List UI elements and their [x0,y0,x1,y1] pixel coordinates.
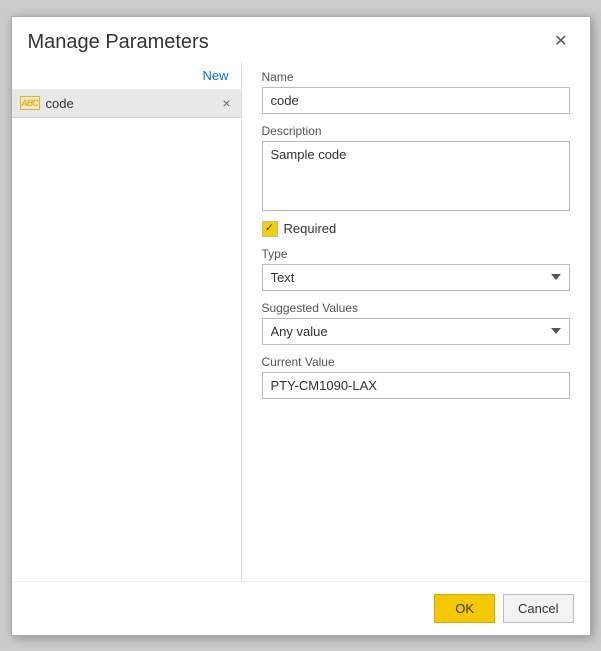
description-input[interactable]: Sample code [262,141,570,211]
manage-parameters-dialog: Manage Parameters ✕ New ABC code × Name [11,16,591,636]
left-panel-header: New [12,62,241,90]
required-checkbox[interactable]: ✓ [262,221,278,237]
parameter-list-item[interactable]: ABC code × [12,90,241,118]
current-value-input[interactable] [262,372,570,399]
description-field-group: Description Sample code [262,124,570,211]
checkmark-icon: ✓ [265,223,274,234]
new-parameter-button[interactable]: New [198,66,232,85]
name-input[interactable] [262,87,570,114]
suggested-values-select[interactable]: Any value List of values [262,318,570,345]
parameter-type-icon: ABC [20,96,40,110]
current-value-label: Current Value [262,355,570,369]
ok-button[interactable]: OK [434,594,495,623]
dialog-title: Manage Parameters [28,31,209,54]
required-checkbox-row[interactable]: ✓ Required [262,221,570,237]
type-label: Type [262,247,570,261]
name-label: Name [262,70,570,84]
title-bar: Manage Parameters ✕ [12,17,590,62]
dialog-body: New ABC code × Name Description Sample c… [12,62,590,581]
suggested-values-field-group: Suggested Values Any value List of value… [262,301,570,345]
close-button[interactable]: ✕ [548,32,573,52]
description-label: Description [262,124,570,138]
current-value-field-group: Current Value [262,355,570,399]
required-label: Required [284,221,337,236]
parameter-name-label: code [46,96,221,111]
right-panel: Name Description Sample code ✓ Required … [242,62,590,581]
delete-parameter-button[interactable]: × [220,96,232,110]
suggested-values-label: Suggested Values [262,301,570,315]
dialog-footer: OK Cancel [12,581,590,635]
name-field-group: Name [262,70,570,114]
type-select[interactable]: Text Number Date Date/Time Duration True… [262,264,570,291]
cancel-button[interactable]: Cancel [503,594,573,623]
left-panel: New ABC code × [12,62,242,581]
type-field-group: Type Text Number Date Date/Time Duration… [262,247,570,291]
